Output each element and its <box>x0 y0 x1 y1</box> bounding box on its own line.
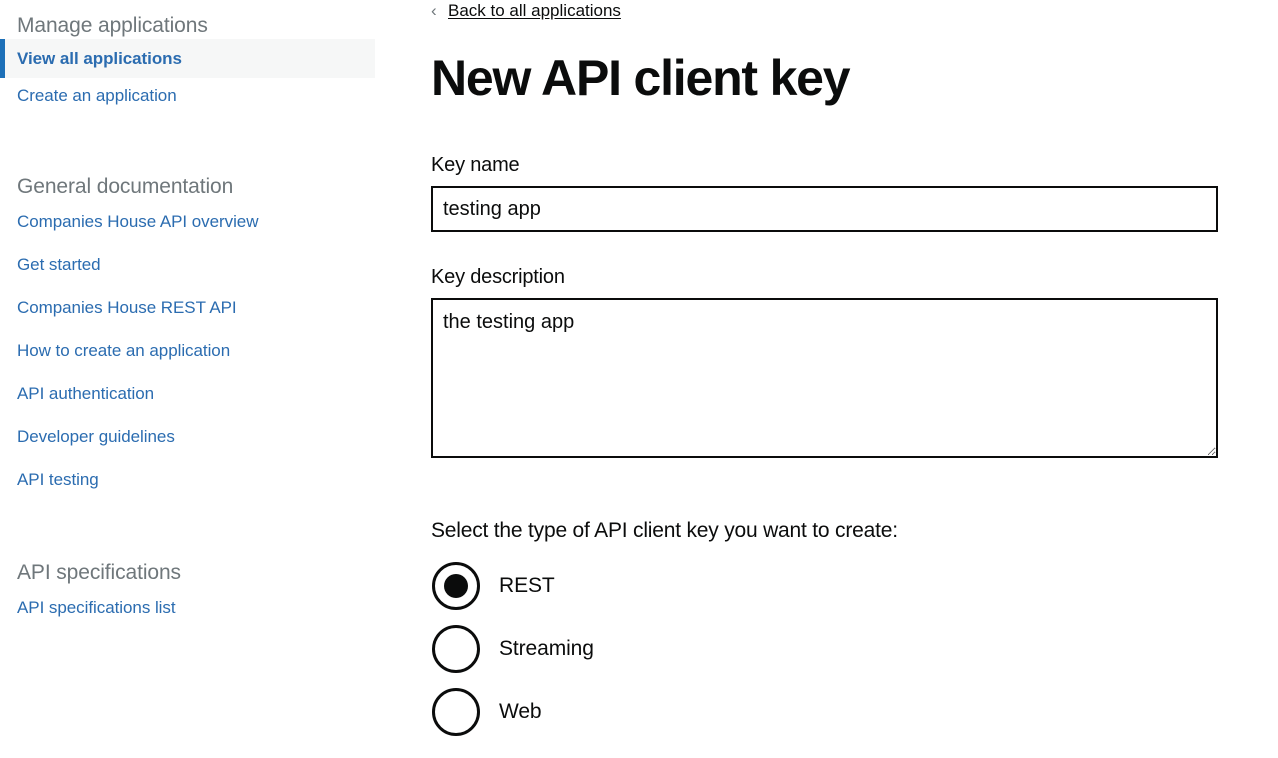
radio-option-streaming[interactable]: Streaming <box>431 617 1221 680</box>
sidebar-item-view-all-applications[interactable]: View all applications <box>0 39 375 78</box>
sidebar-item-companies-house-rest-api[interactable]: Companies House REST API <box>0 286 400 329</box>
sidebar-link-companies-house-api-overview[interactable]: Companies House API overview <box>0 200 400 243</box>
back-link-label: Back to all applications <box>448 1 621 20</box>
sidebar-link-api-testing[interactable]: API testing <box>0 458 400 501</box>
radio-circle-rest[interactable] <box>432 561 480 610</box>
sidebar-list-manage: View all applications Create an applicat… <box>0 39 400 113</box>
key-description-textarea[interactable] <box>431 298 1218 458</box>
sidebar-list-api-specifications: API specifications list <box>0 586 400 629</box>
chevron-left-icon: ‹ <box>431 1 437 20</box>
radio-option-web[interactable]: Web <box>431 680 1221 743</box>
sidebar-link-api-specifications-list[interactable]: API specifications list <box>0 586 400 629</box>
sidebar-section-general-documentation: General documentation Companies House AP… <box>0 174 400 501</box>
radio-label-streaming: Streaming <box>499 637 594 660</box>
sidebar-item-api-testing[interactable]: API testing <box>0 458 400 501</box>
sidebar-link-api-authentication[interactable]: API authentication <box>0 372 400 415</box>
sidebar-section-api-specifications: API specifications API specifications li… <box>0 560 400 629</box>
sidebar-item-developer-guidelines[interactable]: Developer guidelines <box>0 415 400 458</box>
main-content: ‹ Back to all applications New API clien… <box>431 0 1221 743</box>
radio-circle-web[interactable] <box>432 687 480 736</box>
sidebar-item-create-an-application[interactable]: Create an application <box>0 78 400 113</box>
sidebar-item-api-specifications-list[interactable]: API specifications list <box>0 586 400 629</box>
sidebar-link-companies-house-rest-api[interactable]: Companies House REST API <box>0 286 400 329</box>
key-name-input[interactable] <box>431 186 1218 232</box>
radio-circle-streaming[interactable] <box>432 624 480 673</box>
sidebar-link-create-an-application[interactable]: Create an application <box>0 78 400 113</box>
sidebar-link-get-started[interactable]: Get started <box>0 243 400 286</box>
key-type-radio-group: REST Streaming Web <box>431 554 1221 743</box>
radio-option-rest[interactable]: REST <box>431 554 1221 617</box>
key-name-field-group: Key name <box>431 153 1221 232</box>
back-to-all-applications-link[interactable]: ‹ Back to all applications <box>431 0 1221 22</box>
sidebar-section-manage-applications: Manage applications View all application… <box>0 13 400 113</box>
key-description-label: Key description <box>431 266 565 288</box>
sidebar-heading-api-specifications: API specifications <box>17 561 181 584</box>
sidebar-item-get-started[interactable]: Get started <box>0 243 400 286</box>
sidebar-list-general-documentation: Companies House API overview Get started… <box>0 200 400 501</box>
sidebar-item-api-authentication[interactable]: API authentication <box>0 372 400 415</box>
sidebar-heading-manage-applications: Manage applications <box>17 14 208 37</box>
sidebar-navigation: Manage applications View all application… <box>0 0 400 758</box>
key-type-intro-text: Select the type of API client key you wa… <box>431 519 898 542</box>
radio-label-web: Web <box>499 700 542 723</box>
sidebar-item-how-to-create-an-application[interactable]: How to create an application <box>0 329 400 372</box>
radio-label-rest: REST <box>499 574 555 597</box>
key-description-field-group: Key description <box>431 265 1221 458</box>
key-name-label: Key name <box>431 154 520 176</box>
page-root: Manage applications View all application… <box>0 0 1278 758</box>
page-title: New API client key <box>431 50 851 106</box>
radio-selected-dot-icon <box>444 573 468 598</box>
sidebar-link-developer-guidelines[interactable]: Developer guidelines <box>0 415 400 458</box>
sidebar-link-how-to-create-an-application[interactable]: How to create an application <box>0 329 400 372</box>
sidebar-link-view-all-applications[interactable]: View all applications <box>5 39 375 78</box>
sidebar-item-companies-house-api-overview[interactable]: Companies House API overview <box>0 200 400 243</box>
sidebar-heading-general-documentation: General documentation <box>17 175 234 198</box>
